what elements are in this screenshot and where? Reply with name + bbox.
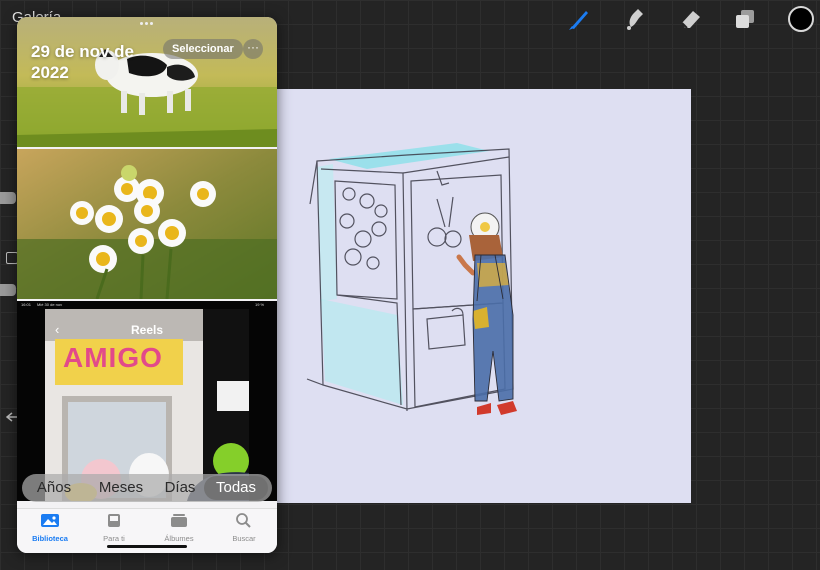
tab-for-you[interactable]: Para ti [84, 513, 144, 543]
back-chevron-icon: ‹ [55, 322, 60, 337]
tab-library[interactable]: Biblioteca [20, 513, 80, 543]
select-button[interactable]: Seleccionar [163, 39, 243, 59]
time-segmented-control[interactable]: Años Meses Días Todas [22, 474, 272, 502]
claw-machine-sketch [306, 143, 517, 415]
search-icon [236, 513, 251, 528]
amigo-sign: AMIGO [63, 342, 163, 373]
status-date: Mié 30 de nov [37, 302, 63, 307]
photo-thumbnail-daisies[interactable] [17, 149, 277, 299]
albums-icon [171, 514, 187, 527]
photos-date-title: 29 de nov de 2022 [31, 42, 134, 82]
drawing-canvas[interactable] [277, 89, 691, 503]
status-time: 16:01 [21, 302, 32, 307]
segment-years[interactable]: Años [30, 474, 78, 502]
more-button[interactable]: ··· [243, 39, 263, 59]
brush-icon[interactable] [566, 6, 592, 32]
tab-albums[interactable]: Álbumes [149, 513, 209, 543]
for-you-icon [108, 514, 120, 527]
layers-icon[interactable] [732, 6, 758, 32]
opacity-slider[interactable] [0, 284, 16, 296]
segment-days[interactable]: Días [160, 474, 200, 502]
color-picker-button[interactable] [788, 6, 814, 32]
status-battery: 19 % [255, 302, 265, 307]
photos-library-icon [41, 514, 59, 527]
slide-over-grabber[interactable] [140, 22, 154, 26]
home-indicator [107, 545, 187, 548]
segment-months[interactable]: Meses [94, 474, 148, 502]
tab-search[interactable]: Buscar [214, 513, 274, 543]
reels-title: Reels [131, 323, 164, 337]
photos-slide-over[interactable]: 29 de nov de 2022 Seleccionar ··· 16:01 … [17, 17, 277, 553]
photo-thumbnail-screenshot-reels[interactable]: 16:01 Mié 30 de nov 19 % ‹ Reels AMIGO [17, 301, 277, 501]
segment-all[interactable]: Todas [204, 476, 268, 500]
eraser-icon[interactable] [678, 6, 704, 32]
brush-size-slider[interactable] [0, 192, 16, 204]
smudge-icon[interactable] [622, 6, 648, 32]
